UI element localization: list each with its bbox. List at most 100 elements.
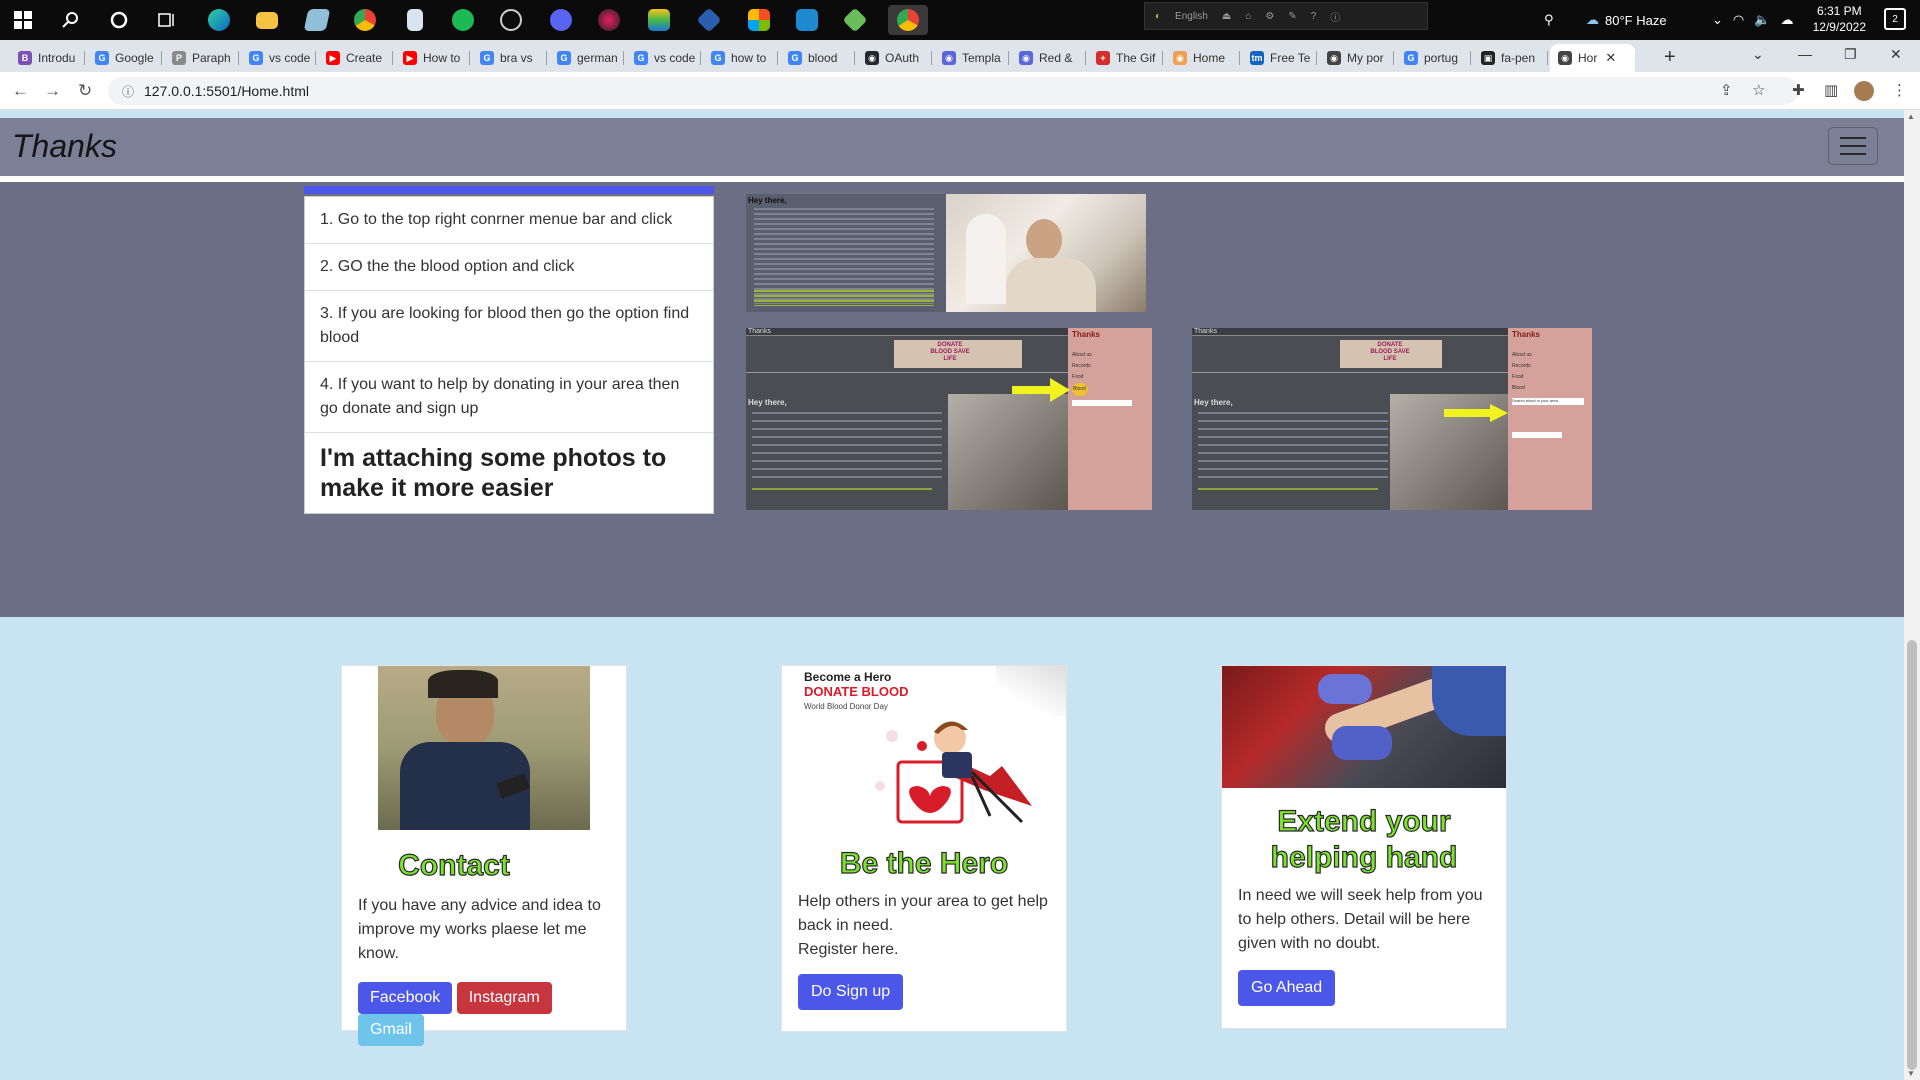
spotify-icon[interactable]	[448, 5, 478, 35]
site-navbar: Thanks	[0, 118, 1904, 176]
tab-favicon-icon: +	[1096, 51, 1110, 65]
page-scrollbar[interactable]: ▲ ▼	[1904, 110, 1920, 1080]
tab-favicon-icon: ◉	[1327, 51, 1341, 65]
browser-tab[interactable]: ◉ Home	[1165, 44, 1240, 72]
reload-icon[interactable]: ↻	[78, 81, 92, 101]
windows-start-icon[interactable]	[8, 5, 38, 35]
weather-widget[interactable]: ☁ 80°F Haze	[1586, 0, 1667, 40]
tab-favicon-icon: G	[95, 51, 109, 65]
menu-items-preview: About us Records Food Blood	[1072, 350, 1092, 396]
card-text-register: Register here.	[798, 941, 899, 958]
tab-favicon-icon: ◉	[1019, 51, 1033, 65]
app-icon[interactable]	[496, 5, 526, 35]
minimize-button[interactable]: —	[1798, 46, 1812, 62]
forward-icon[interactable]: →	[44, 81, 61, 101]
discord-icon[interactable]	[546, 5, 576, 35]
new-tab-button[interactable]: +	[1664, 46, 1676, 69]
app-icon[interactable]	[302, 5, 332, 35]
tab-search-icon[interactable]: ⌄	[1752, 46, 1764, 63]
system-tray[interactable]: ⌄ ◠ 🔈 ☁	[1712, 0, 1793, 40]
screenshot-greeting: Hey there,	[746, 194, 1146, 312]
browser-tab[interactable]: ◉ Templa	[934, 44, 1009, 72]
browser-tab[interactable]: ◉ My por	[1319, 44, 1394, 72]
browser-tab[interactable]: + The Gif	[1088, 44, 1163, 72]
card-title: Be the Hero	[839, 846, 1009, 880]
app-icon[interactable]	[594, 5, 624, 35]
vscode-icon[interactable]	[792, 5, 822, 35]
bluestacks-icon[interactable]	[644, 5, 674, 35]
extensions-icon[interactable]: ✚	[1792, 81, 1805, 99]
instagram-button[interactable]: Instagram	[456, 982, 552, 1014]
browser-tab[interactable]: P Paraph	[164, 44, 239, 72]
scroll-down-icon[interactable]: ▼	[1907, 1069, 1915, 1078]
people-icon[interactable]: ⚲	[1544, 0, 1554, 40]
browser-tab[interactable]: Gvs code	[241, 44, 316, 72]
address-bar[interactable]: ⓘ 127.0.0.1:5501/Home.html	[108, 77, 1798, 105]
onedrive-icon[interactable]: ☁	[1780, 12, 1793, 28]
edge-icon[interactable]	[204, 5, 234, 35]
go-ahead-button[interactable]: Go Ahead	[1238, 970, 1336, 1006]
share-icon[interactable]: ⇪	[1720, 81, 1733, 99]
close-tab-icon[interactable]: ✕	[1605, 50, 1616, 66]
list-top-border	[304, 186, 714, 194]
scroll-thumb[interactable]	[1907, 640, 1917, 1070]
tab-separator	[1239, 51, 1240, 65]
url-text: 127.0.0.1:5501/Home.html	[144, 83, 310, 99]
tab-separator	[1547, 51, 1548, 65]
browser-tab[interactable]: ◉ Red &	[1011, 44, 1086, 72]
facebook-button[interactable]: Facebook	[358, 982, 453, 1014]
browser-tab[interactable]: Gvs code	[626, 44, 701, 72]
hero-poster: Become a Hero DONATE BLOOD World Blood D…	[782, 666, 1066, 830]
close-window-button[interactable]: ✕	[1890, 46, 1902, 63]
chrome-icon[interactable]	[350, 5, 380, 35]
tab-favicon-icon: ◉	[1558, 51, 1572, 65]
tab-favicon-icon: ◉	[1173, 51, 1187, 65]
cortana-icon[interactable]	[104, 5, 134, 35]
language-toolbar[interactable]: ◐ English ⏏ ⌂ ⚙ ✎? ⓘ	[1144, 2, 1428, 30]
search-icon[interactable]	[56, 5, 86, 35]
browser-tab[interactable]: Gbra vs	[472, 44, 547, 72]
back-icon[interactable]: ←	[12, 81, 29, 101]
restore-button[interactable]: ❐	[1844, 46, 1857, 63]
browser-tab[interactable]: ▶ How to	[395, 44, 470, 72]
browser-tab[interactable]: ▣ fa-pen	[1473, 44, 1548, 72]
site-info-icon[interactable]: ⓘ	[122, 83, 134, 100]
tab-separator	[931, 51, 932, 65]
calculator-icon[interactable]	[400, 5, 430, 35]
browser-tab[interactable]: ◉ OAuth	[857, 44, 932, 72]
chevron-up-icon[interactable]: ⌄	[1712, 12, 1723, 28]
app-icon[interactable]	[694, 5, 724, 35]
profile-avatar[interactable]	[1854, 81, 1874, 101]
browser-tab[interactable]: G Google	[87, 44, 162, 72]
browser-tab[interactable]: Gportug	[1396, 44, 1471, 72]
side-panel-icon[interactable]: ▥	[1824, 81, 1838, 99]
network-icon[interactable]: ◠	[1733, 12, 1744, 28]
sign-up-button[interactable]: Do Sign up	[798, 974, 904, 1010]
clock[interactable]: 6:31 PM 12/9/2022	[1813, 3, 1866, 35]
scroll-up-icon[interactable]: ▲	[1907, 112, 1915, 121]
tab-active[interactable]: ◉ Hor ✕	[1550, 44, 1635, 72]
browser-tab[interactable]: Ggerman	[549, 44, 624, 72]
task-view-icon[interactable]	[152, 5, 182, 35]
file-explorer-icon[interactable]	[252, 5, 282, 35]
gmail-button[interactable]: Gmail	[358, 1014, 424, 1046]
tab-label: OAuth	[885, 51, 920, 65]
browser-tab[interactable]: ▶ Create	[318, 44, 393, 72]
screenshot-menu-step2: Thanks DONATE BLOOD SAVE LIFE Hey there,…	[1192, 328, 1592, 510]
browser-tab[interactable]: tm Free Te	[1242, 44, 1317, 72]
hamburger-menu-button[interactable]	[1828, 127, 1878, 165]
menu-kebab-icon[interactable]: ⋮	[1892, 81, 1907, 99]
app-icon[interactable]	[744, 5, 774, 35]
browser-tab[interactable]: Ghow to	[703, 44, 778, 72]
notification-center-icon[interactable]: 2	[1884, 8, 1906, 30]
browser-tab[interactable]: Gblood	[780, 44, 855, 72]
tab-separator	[469, 51, 470, 65]
browser-tab[interactable]: B Introdu	[10, 44, 85, 72]
volume-icon[interactable]: 🔈	[1754, 12, 1770, 28]
nodejs-icon[interactable]	[840, 5, 870, 35]
tab-separator	[623, 51, 624, 65]
tab-separator	[161, 51, 162, 65]
bookmark-star-icon[interactable]: ☆	[1752, 81, 1765, 99]
site-brand[interactable]: Thanks	[12, 128, 117, 165]
chrome-active-icon[interactable]	[888, 5, 928, 35]
